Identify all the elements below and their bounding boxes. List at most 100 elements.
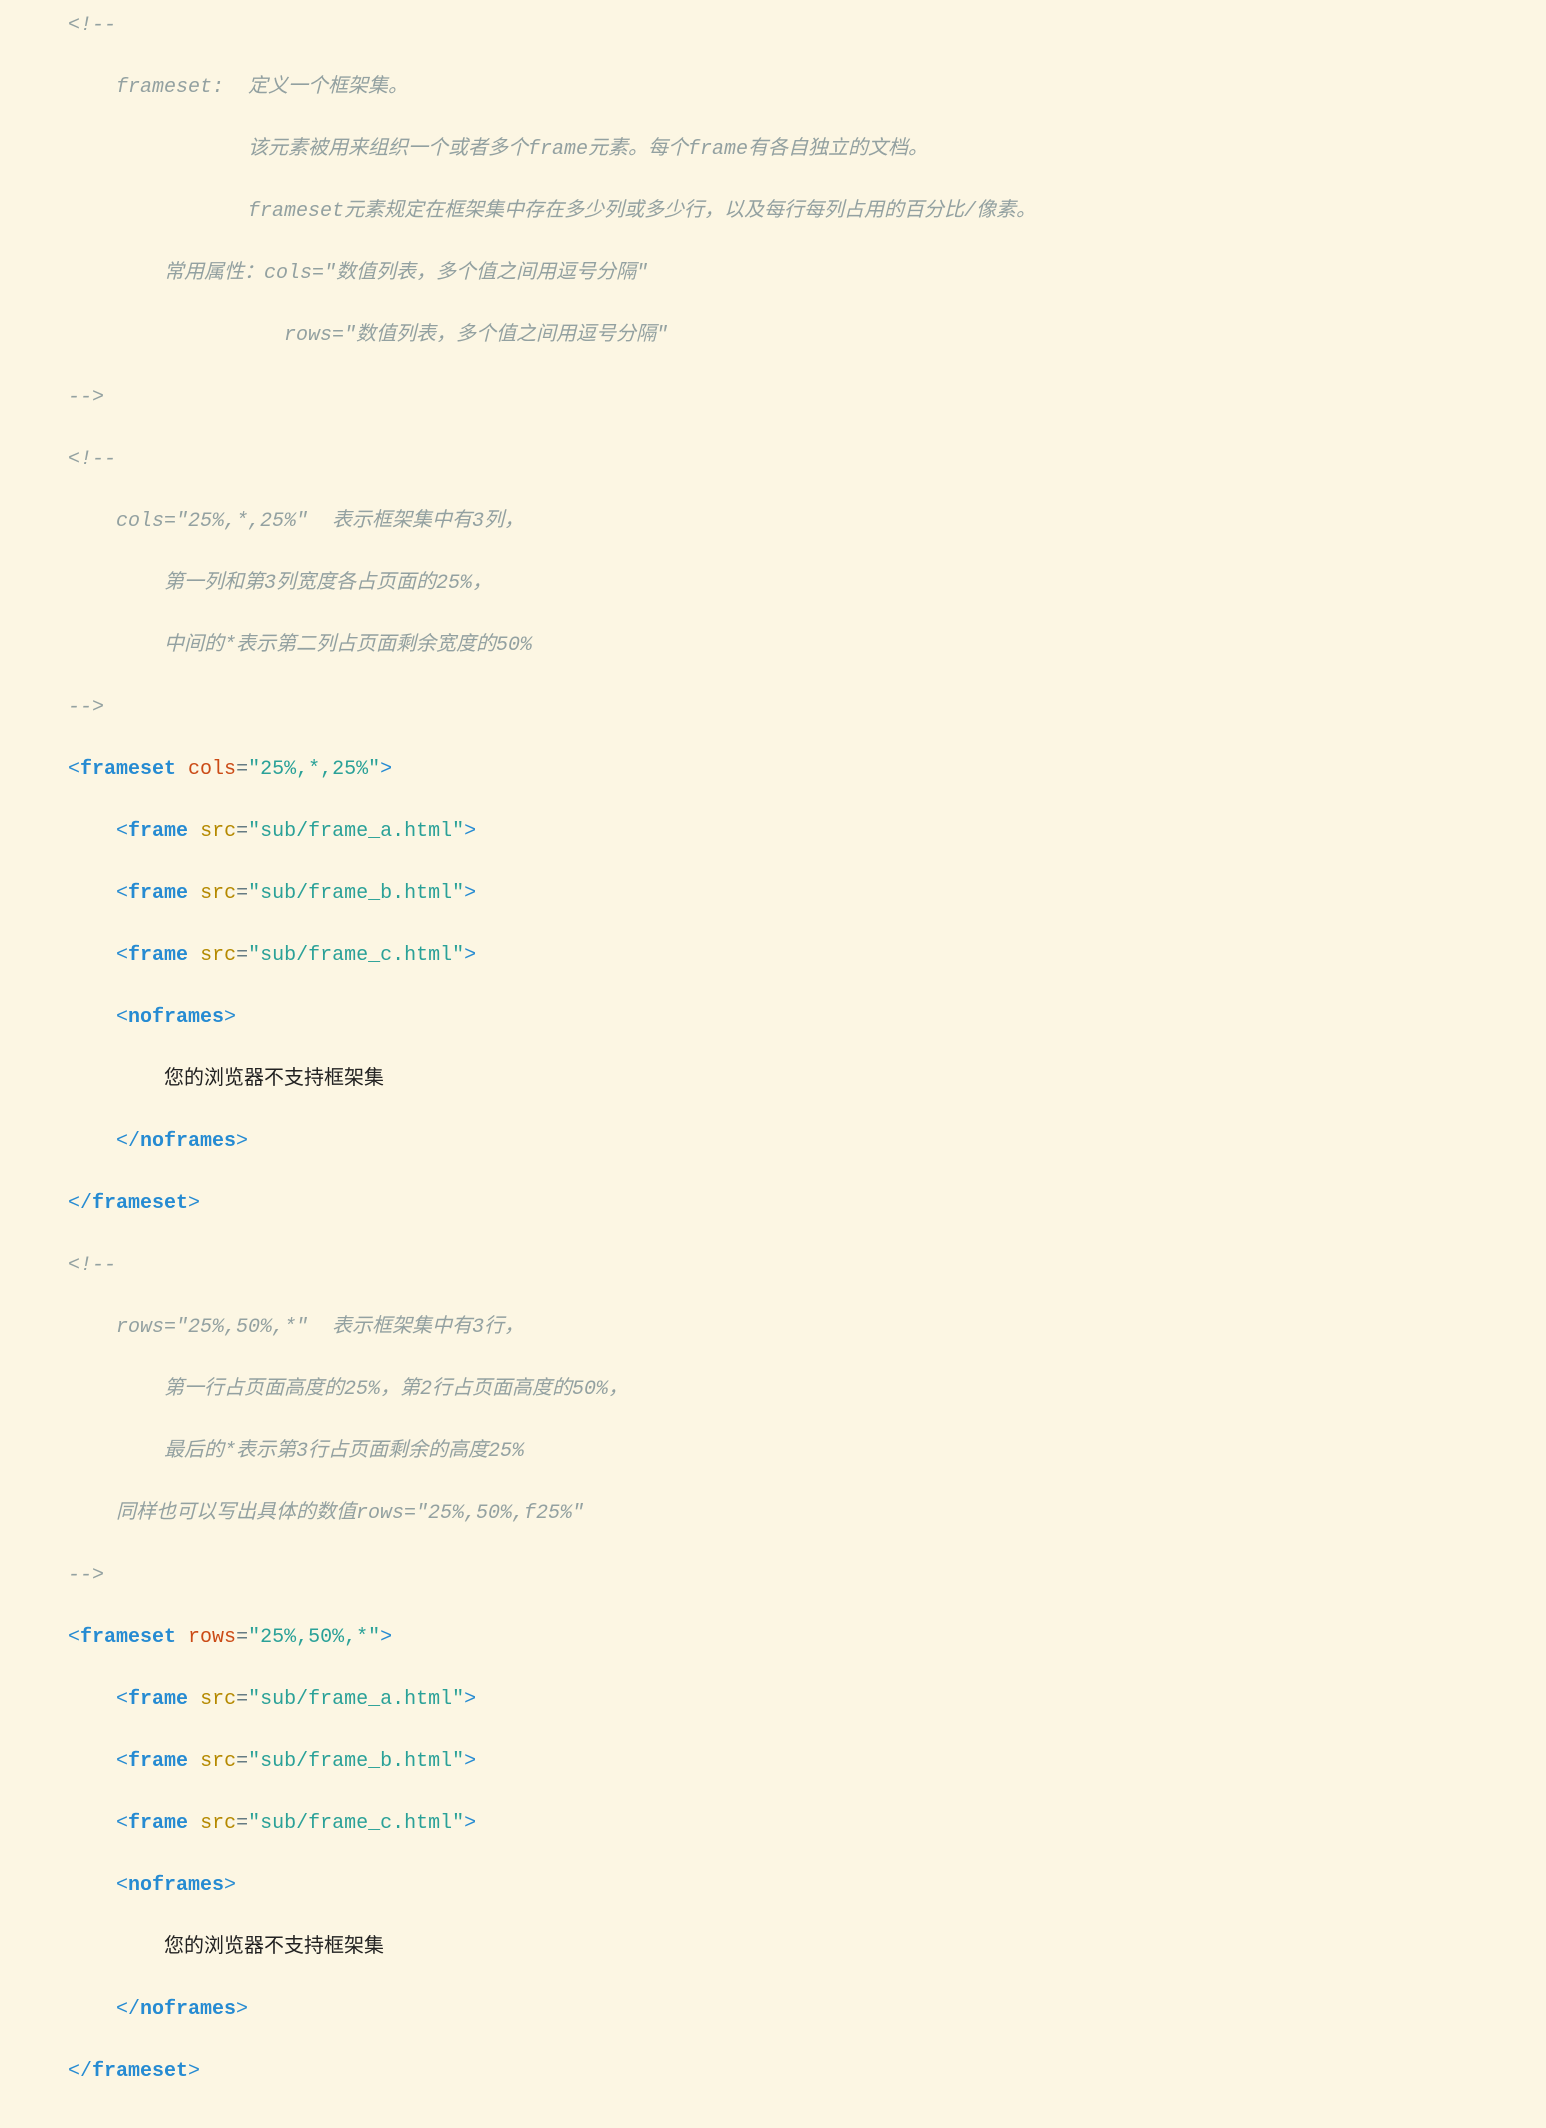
code-token: <!-- [20, 1254, 116, 1277]
code-token: cols [188, 758, 236, 781]
code-token: 中间的*表示第二列占页面剩余宽度的50% [20, 634, 532, 657]
code-line: <frameset rows="25%,50%,*"> [20, 1622, 1526, 1653]
code-line: 同样也可以写出具体的数值rows="25%,50%,f25%" [20, 1498, 1526, 1529]
code-token: > [188, 1192, 200, 1215]
code-token: </ [20, 1192, 92, 1215]
code-token: frameset [80, 1626, 176, 1649]
code-token [188, 944, 200, 967]
code-token: "sub/frame_b.html" [248, 882, 464, 905]
code-token: 您的浏览器不支持框架集 [20, 1936, 384, 1959]
code-token: = [236, 1750, 248, 1773]
code-token: = [236, 882, 248, 905]
code-token: frame [128, 882, 188, 905]
code-line: 您的浏览器不支持框架集 [20, 1064, 1526, 1095]
code-line: 该元素被用来组织一个或者多个frame元素。每个frame有各自独立的文档。 [20, 134, 1526, 165]
code-token: noframes [140, 1130, 236, 1153]
code-line: <frame src="sub/frame_a.html"> [20, 816, 1526, 847]
code-line: 最后的*表示第3行占页面剩余的高度25% [20, 1436, 1526, 1467]
code-token: frame [128, 1688, 188, 1711]
code-line: frameset: 定义一个框架集。 [20, 72, 1526, 103]
code-token: < [20, 758, 80, 781]
code-token: < [20, 1812, 128, 1835]
code-token: src [200, 944, 236, 967]
code-token: = [236, 1626, 248, 1649]
code-token: noframes [128, 1006, 224, 1029]
code-token: < [20, 1006, 128, 1029]
code-token: </ [20, 1130, 140, 1153]
code-token: frameset [92, 1192, 188, 1215]
code-token: "sub/frame_a.html" [248, 1688, 464, 1711]
code-token: "sub/frame_c.html" [248, 1812, 464, 1835]
code-token: = [236, 758, 248, 781]
code-token [188, 1688, 200, 1711]
code-line: <frame src="sub/frame_b.html"> [20, 1746, 1526, 1777]
code-line: <!-- [20, 444, 1526, 475]
code-token: > [236, 1130, 248, 1153]
code-token: > [464, 1688, 476, 1711]
code-token: frame [128, 1812, 188, 1835]
code-token: > [224, 1006, 236, 1029]
code-token: rows="25%,50%,*" 表示框架集中有3行， [20, 1316, 524, 1339]
code-token: 同样也可以写出具体的数值rows="25%,50%,f25%" [20, 1502, 584, 1525]
code-token: > [236, 1998, 248, 2021]
code-token [188, 1750, 200, 1773]
code-token: < [20, 820, 128, 843]
code-token: "25%,*,25%" [248, 758, 380, 781]
code-token: "25%,50%,*" [248, 1626, 380, 1649]
code-token: < [20, 1750, 128, 1773]
code-token: src [200, 882, 236, 905]
code-token: < [20, 882, 128, 905]
code-token: > [380, 758, 392, 781]
code-token: = [236, 944, 248, 967]
code-token: frameset元素规定在框架集中存在多少列或多少行，以及每行每列占用的百分比/… [20, 200, 1036, 223]
code-line: <!-- [20, 1250, 1526, 1281]
code-token: rows [188, 1626, 236, 1649]
code-token: --> [20, 696, 104, 719]
code-token: < [20, 944, 128, 967]
code-token: 您的浏览器不支持框架集 [20, 1068, 384, 1091]
code-token [176, 758, 188, 781]
code-line: --> [20, 692, 1526, 723]
code-token: cols="25%,*,25%" 表示框架集中有3列， [20, 510, 524, 533]
code-line: <noframes> [20, 1002, 1526, 1033]
code-token: > [188, 2060, 200, 2083]
code-token: 常用属性：cols="数值列表，多个值之间用逗号分隔" [20, 262, 648, 285]
code-snippet: <!-- frameset: 定义一个框架集。 该元素被用来组织一个或者多个fr… [20, 10, 1526, 2118]
code-token: frameset: 定义一个框架集。 [20, 76, 408, 99]
code-token: src [200, 820, 236, 843]
code-token: > [380, 1626, 392, 1649]
code-token: = [236, 1812, 248, 1835]
code-token: noframes [128, 1874, 224, 1897]
code-line: cols="25%,*,25%" 表示框架集中有3列， [20, 506, 1526, 537]
code-token: < [20, 1874, 128, 1897]
code-token: > [464, 882, 476, 905]
code-token [188, 820, 200, 843]
code-token: frame [128, 820, 188, 843]
code-token: frameset [80, 758, 176, 781]
code-line: 常用属性：cols="数值列表，多个值之间用逗号分隔" [20, 258, 1526, 289]
code-token: src [200, 1812, 236, 1835]
code-token: 最后的*表示第3行占页面剩余的高度25% [20, 1440, 524, 1463]
code-token: </ [20, 2060, 92, 2083]
code-line: 中间的*表示第二列占页面剩余宽度的50% [20, 630, 1526, 661]
code-token: noframes [140, 1998, 236, 2021]
code-token: > [224, 1874, 236, 1897]
code-line: <frame src="sub/frame_c.html"> [20, 940, 1526, 971]
code-line: </frameset> [20, 2056, 1526, 2087]
code-token: src [200, 1750, 236, 1773]
code-token: = [236, 820, 248, 843]
code-token: > [464, 944, 476, 967]
code-token: > [464, 820, 476, 843]
code-line: <frame src="sub/frame_b.html"> [20, 878, 1526, 909]
code-token: 第一列和第3列宽度各占页面的25%， [20, 572, 492, 595]
code-line: </frameset> [20, 1188, 1526, 1219]
code-token [188, 1812, 200, 1835]
code-token: </ [20, 1998, 140, 2021]
code-token: --> [20, 1564, 104, 1587]
code-line: </noframes> [20, 1994, 1526, 2025]
code-token: "sub/frame_b.html" [248, 1750, 464, 1773]
code-line: frameset元素规定在框架集中存在多少列或多少行，以及每行每列占用的百分比/… [20, 196, 1526, 227]
code-token: --> [20, 386, 104, 409]
code-line: 第一行占页面高度的25%，第2行占页面高度的50%， [20, 1374, 1526, 1405]
code-line: --> [20, 382, 1526, 413]
